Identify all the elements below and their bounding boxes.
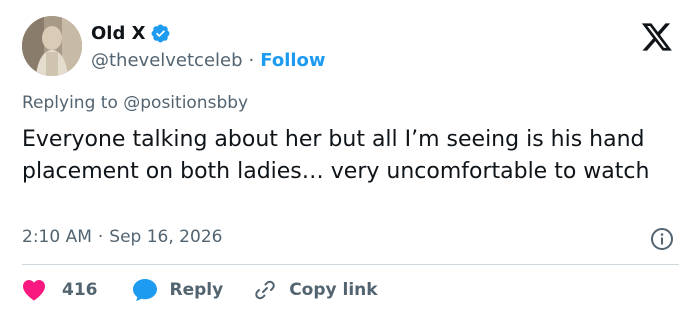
info-icon[interactable] — [650, 227, 674, 251]
tweet-text: Everyone talking about her but all I’m s… — [22, 127, 650, 184]
divider — [22, 264, 679, 265]
handle-separator: · — [248, 49, 255, 71]
like-count: 416 — [62, 280, 98, 300]
follow-button[interactable]: Follow — [260, 50, 325, 71]
verified-badge-icon — [150, 23, 171, 44]
replying-to-line: Replying to @positionsbby — [22, 93, 248, 113]
tweet-date: Sep 16, 2026 — [109, 227, 223, 247]
speech-bubble-icon — [132, 279, 157, 302]
reply-button[interactable]: Reply — [132, 278, 224, 302]
like-button[interactable]: 416 — [22, 279, 98, 301]
link-icon — [255, 280, 275, 300]
x-logo-icon[interactable] — [640, 22, 674, 52]
reply-label: Reply — [169, 280, 224, 300]
author-handle-row: @thevelvetceleb · Follow — [91, 48, 326, 72]
tweet-time: 2:10 AM — [22, 227, 92, 247]
tweet-timestamp[interactable]: 2:10 AM · Sep 16, 2026 — [22, 227, 222, 247]
author-display-name[interactable]: Old X — [91, 23, 146, 44]
timestamp-separator: · — [97, 227, 104, 247]
avatar[interactable] — [22, 16, 82, 76]
copy-link-label: Copy link — [289, 280, 378, 300]
action-bar: 416 Reply Copy link — [22, 276, 378, 304]
copy-link-button[interactable]: Copy link — [253, 278, 378, 302]
author-handle[interactable]: @thevelvetceleb — [91, 50, 243, 71]
avatar-image — [22, 16, 82, 76]
replying-to-mention[interactable]: @positionsbby — [123, 93, 248, 113]
replying-to-prefix: Replying to — [22, 93, 118, 113]
heart-icon — [23, 280, 45, 301]
author-name-row: Old X — [91, 20, 171, 46]
